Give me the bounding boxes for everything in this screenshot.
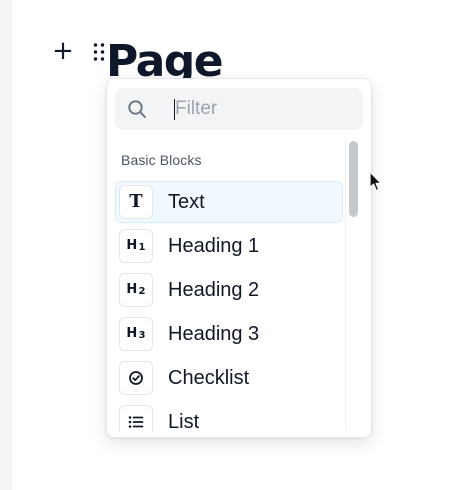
filter-input[interactable] [175,94,355,124]
search-icon [127,99,147,119]
block-list: Basic Blocks T Text H1 Heading 1 H2 Head… [107,139,343,431]
checklist-icon [119,361,153,395]
block-item-heading-1[interactable]: H1 Heading 1 [115,225,343,267]
block-item-checklist[interactable]: Checklist [115,357,343,399]
block-item-label: Heading 3 [168,323,260,345]
filter-field[interactable] [115,88,363,130]
block-item-label: Checklist [168,367,250,389]
block-item-heading-2[interactable]: H2 Heading 2 [115,269,343,311]
block-item-label: Text [168,191,205,213]
block-item-label: Heading 2 [168,279,260,301]
section-label: Basic Blocks [121,152,202,168]
add-block-button[interactable]: + [52,38,74,64]
page-title[interactable]: Page [106,34,346,80]
block-item-list[interactable]: List [115,401,343,431]
text-icon: T [119,185,153,219]
list-icon [119,405,153,431]
block-item-label: List [168,411,200,431]
block-item-label: Heading 1 [168,235,260,257]
heading-1-icon: H1 [119,229,153,263]
heading-3-icon: H3 [119,317,153,351]
drag-handle-icon[interactable] [92,42,106,62]
plus-icon: + [52,36,74,66]
heading-2-icon: H2 [119,273,153,307]
block-item-heading-3[interactable]: H3 Heading 3 [115,313,343,355]
slash-command-menu: Basic Blocks T Text H1 Heading 1 H2 Head… [106,78,372,438]
block-item-text[interactable]: T Text [115,181,343,223]
scrollbar-thumb[interactable] [349,141,358,217]
